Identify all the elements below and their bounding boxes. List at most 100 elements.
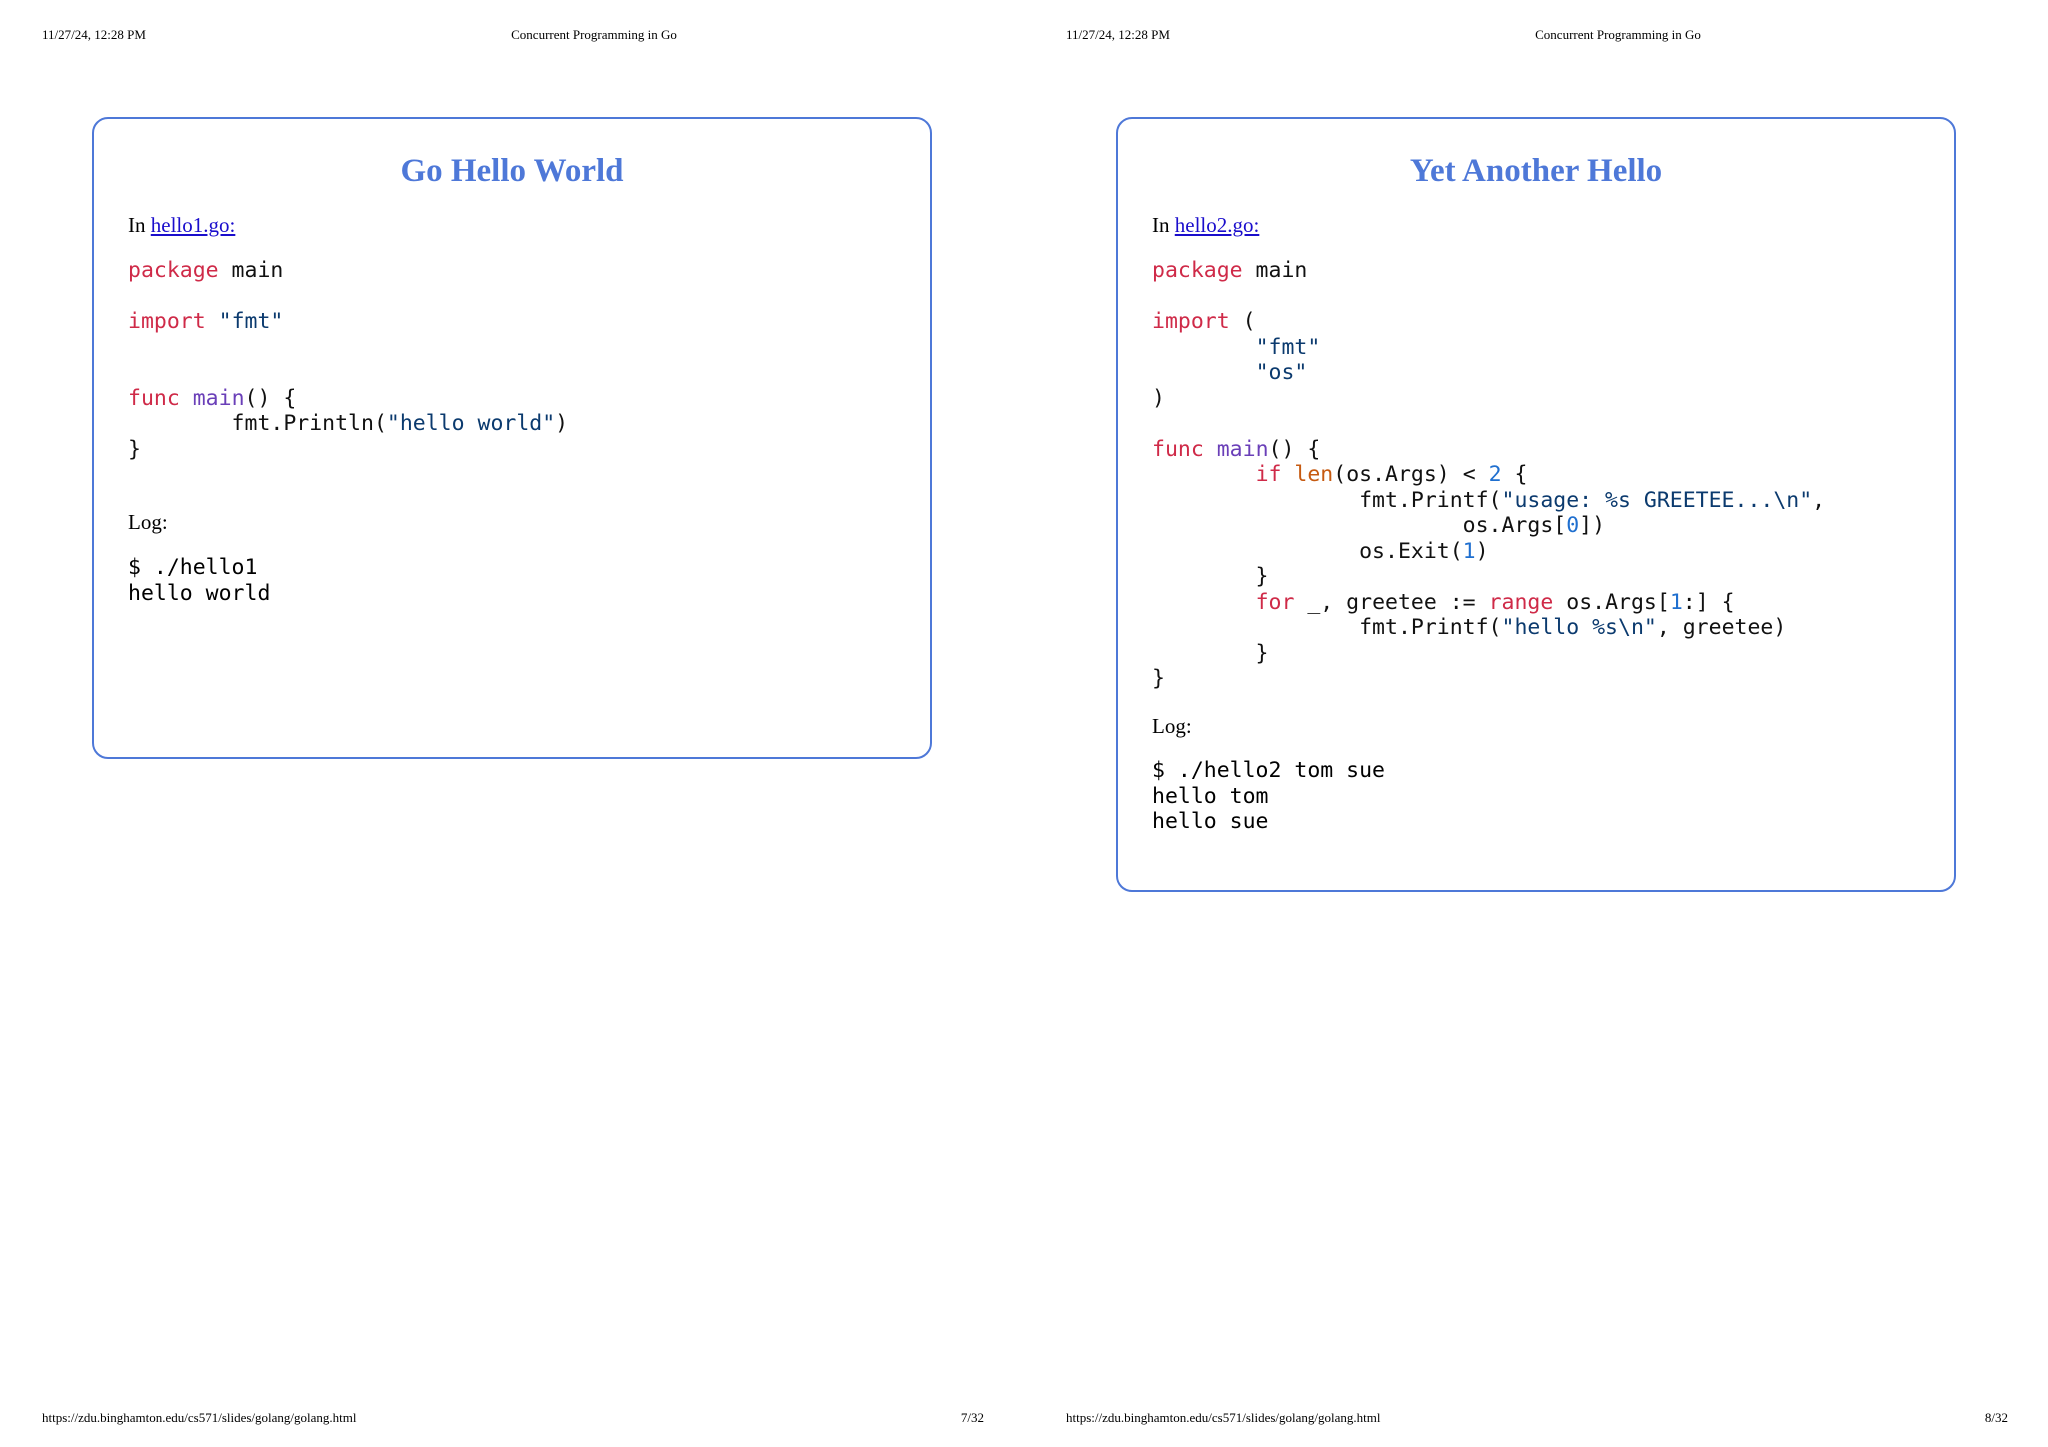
code-number: 0 bbox=[1566, 513, 1580, 538]
code-text: ) bbox=[555, 411, 569, 436]
code-line: import "fmt" bbox=[128, 309, 283, 334]
code-keyword: if bbox=[1255, 462, 1282, 487]
code-line: func main() { bbox=[1152, 437, 1320, 462]
footer-url: https://zdu.binghamton.edu/cs571/slides/… bbox=[42, 1410, 357, 1425]
code-text: { bbox=[1501, 462, 1528, 487]
code-text: main bbox=[218, 258, 284, 283]
code-text: fmt.Printf( bbox=[1152, 487, 1502, 513]
code-keyword: import bbox=[1152, 309, 1230, 334]
code-builtin: len bbox=[1294, 462, 1334, 487]
code-text: ) bbox=[1475, 538, 1489, 564]
log-line: hello tom bbox=[1152, 783, 1269, 809]
source-line: In hello2.go: bbox=[1152, 212, 1259, 238]
log-line: hello world bbox=[128, 580, 271, 606]
code-line: package main bbox=[1152, 258, 1307, 283]
code-line: } bbox=[1152, 641, 1269, 666]
log-output: $ ./hello2 tom sue hello tom hello sue bbox=[1152, 758, 1385, 835]
log-output: $ ./hello1 hello world bbox=[128, 555, 270, 606]
code-line: } bbox=[1152, 564, 1269, 589]
code-string: "fmt" bbox=[1255, 334, 1321, 360]
code-line: fmt.Println("hello world") bbox=[128, 411, 569, 436]
page-8: 11/27/24, 12:28 PM Concurrent Programmin… bbox=[1024, 0, 2048, 1447]
slide-card: Yet Another Hello In hello2.go: package … bbox=[1116, 117, 1956, 892]
code-text: ) bbox=[1152, 385, 1165, 411]
code-number: 2 bbox=[1488, 462, 1502, 487]
code-text: ]) bbox=[1579, 513, 1606, 538]
code-line: "fmt" bbox=[1152, 334, 1321, 360]
slide-card: Go Hello World In hello1.go: package mai… bbox=[92, 117, 932, 759]
code-text: } bbox=[128, 436, 141, 462]
code-text: main bbox=[1242, 258, 1308, 283]
code-text: fmt.Printf( bbox=[1152, 615, 1502, 640]
code-keyword: for bbox=[1255, 589, 1295, 615]
code-text: ( bbox=[1229, 309, 1256, 334]
code-text: :] { bbox=[1682, 589, 1735, 615]
log-label: Log: bbox=[1152, 714, 1192, 738]
code-string: "hello world" bbox=[386, 411, 556, 436]
code-text: (os.Args) < bbox=[1333, 462, 1489, 487]
code-number: 1 bbox=[1669, 589, 1683, 615]
page-number: 7/32 bbox=[960, 1410, 984, 1425]
code-line: fmt.Printf("usage: %s GREETEE...\n", bbox=[1152, 488, 1825, 513]
code-text: } bbox=[1152, 564, 1269, 589]
code-line: if len(os.Args) < 2 { bbox=[1152, 462, 1528, 487]
code-line: } bbox=[128, 437, 141, 462]
code-line: import ( bbox=[1152, 309, 1256, 334]
intro-prefix: In bbox=[1152, 213, 1175, 237]
page-7: 11/27/24, 12:28 PM Concurrent Programmin… bbox=[0, 0, 1024, 1447]
code-line: package main bbox=[128, 258, 283, 283]
code-text: , bbox=[1812, 487, 1826, 513]
log-line: $ ./hello2 tom sue bbox=[1152, 758, 1385, 783]
code-text: } bbox=[1152, 666, 1165, 691]
code-function-name: main bbox=[1216, 436, 1269, 462]
slide-title: Yet Another Hello bbox=[1409, 153, 1663, 189]
code-text: () { bbox=[1268, 436, 1321, 462]
code-string: "os" bbox=[1255, 360, 1308, 385]
code-text: _, greetee := bbox=[1294, 589, 1489, 615]
code-text: , greetee) bbox=[1656, 615, 1787, 640]
doc-title: Concurrent Programming in Go bbox=[511, 27, 677, 42]
code-keyword: func bbox=[1152, 436, 1204, 462]
code-line: func main() { bbox=[128, 386, 296, 411]
code-string: "hello %s\n" bbox=[1501, 615, 1657, 640]
code-line: ) bbox=[1152, 386, 1165, 411]
code-string: "fmt" bbox=[218, 309, 284, 334]
source-line: In hello1.go: bbox=[128, 212, 235, 238]
page-number: 8/32 bbox=[1984, 1410, 2008, 1425]
code-line: os.Args[0]) bbox=[1152, 513, 1605, 538]
code-text: os.Exit( bbox=[1152, 538, 1463, 564]
code-text: os.Args[ bbox=[1152, 513, 1567, 538]
log-line: $ ./hello1 bbox=[128, 555, 258, 580]
source-file-link[interactable]: hello1.go: bbox=[151, 213, 236, 237]
code-function-name: main bbox=[192, 385, 245, 411]
code-line: os.Exit(1) bbox=[1152, 538, 1489, 564]
log-line: hello sue bbox=[1152, 809, 1269, 834]
code-text: () { bbox=[244, 385, 297, 411]
source-file-link[interactable]: hello2.go: bbox=[1175, 213, 1260, 237]
code-string: "usage: %s GREETEE...\n" bbox=[1501, 487, 1813, 513]
doc-title: Concurrent Programming in Go bbox=[1535, 27, 1701, 42]
slide-title: Go Hello World bbox=[400, 153, 624, 189]
code-text: } bbox=[1152, 640, 1269, 666]
code-text: fmt.Println( bbox=[128, 411, 387, 436]
code-text: os.Args[ bbox=[1553, 589, 1670, 615]
code-keyword: import bbox=[128, 309, 206, 334]
code-block: package main import ( "fmt" "os" ) func … bbox=[1152, 258, 1825, 692]
code-line: fmt.Printf("hello %s\n", greetee) bbox=[1152, 615, 1786, 640]
code-keyword: func bbox=[128, 385, 180, 411]
code-number: 1 bbox=[1462, 538, 1476, 564]
footer-url: https://zdu.binghamton.edu/cs571/slides/… bbox=[1066, 1410, 1381, 1425]
intro-prefix: In bbox=[128, 213, 151, 237]
code-keyword: package bbox=[128, 258, 219, 283]
code-block: package main import "fmt" func main() { … bbox=[128, 258, 568, 462]
code-line: "os" bbox=[1152, 360, 1308, 385]
code-line: } bbox=[1152, 666, 1165, 691]
code-keyword: package bbox=[1152, 258, 1243, 283]
